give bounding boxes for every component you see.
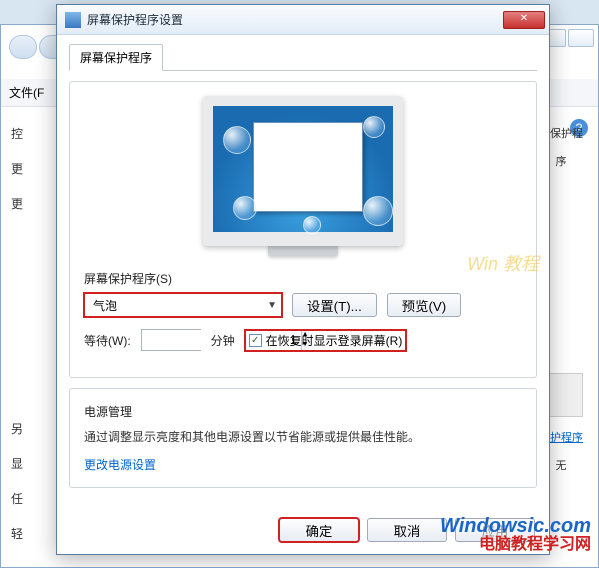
file-menu[interactable]: 文件(F [9,84,44,101]
watermark-site: 电脑教程学习网 [479,530,591,554]
wait-spinbox[interactable]: ▲ ▼ [141,329,201,351]
wait-label: 等待(W): [84,332,131,349]
tab-screensaver[interactable]: 屏幕保护程序 [69,44,163,71]
watermark-text: Win 教程 [467,250,539,276]
chevron-down-icon: ▼ [267,300,277,311]
monitor-stand [268,246,338,256]
power-title: 电源管理 [84,403,522,420]
wait-unit: 分钟 [211,332,235,349]
bubble-icon [363,116,385,138]
bubble-icon [363,196,393,226]
bg-sidebar-lower: 另 显 任 轻 [11,420,23,542]
preview-button[interactable]: 预览(V) [387,293,461,317]
preview-screen [213,106,393,232]
screensaver-settings-dialog: 屏幕保护程序设置 ✕ 屏幕保护程序 [56,4,550,555]
side-item[interactable]: 轻 [11,525,23,542]
side-item[interactable]: 更 [11,160,23,177]
screensaver-combo[interactable]: 气泡 ▼ [84,293,282,317]
right-none: 无 [556,457,567,473]
tab-row: 屏幕保护程序 [69,43,537,71]
cancel-button[interactable]: 取消 [367,518,447,542]
preview-monitor-wrap [84,96,522,256]
dialog-icon [65,12,81,28]
resume-checkbox-wrap[interactable]: ✓ 在恢复时显示登录屏幕(R) [245,330,407,351]
resume-checkbox[interactable]: ✓ [249,334,262,347]
side-item[interactable]: 更 [11,195,23,212]
screensaver-group: 屏幕保护程序(S) 气泡 ▼ 设置(T)... 预览(V) 等待(W): ▲ ▼ [69,81,537,378]
dialog-title: 屏幕保护程序设置 [87,11,503,28]
titlebar[interactable]: 屏幕保护程序设置 ✕ [57,5,549,35]
side-item[interactable]: 另 [11,420,23,437]
screensaver-select-row: 气泡 ▼ 设置(T)... 预览(V) [84,293,522,317]
power-desc: 通过调整显示亮度和其他电源设置以节省能源或提供最佳性能。 [84,428,522,446]
close-button[interactable]: ✕ [503,11,545,29]
nav-back[interactable] [9,35,37,59]
bg-close[interactable] [568,29,594,47]
side-item[interactable]: 显 [11,455,23,472]
bg-sidebar-upper: 控 更 更 [11,125,23,212]
screensaver-label: 屏幕保护程序(S) [84,270,522,287]
right-label: 序 [556,153,567,169]
resume-checkbox-label: 在恢复时显示登录屏幕(R) [266,332,403,349]
bubble-icon [233,196,257,220]
power-group: 电源管理 通过调整显示亮度和其他电源设置以节省能源或提供最佳性能。 更改电源设置 [69,388,537,488]
settings-button[interactable]: 设置(T)... [292,293,377,317]
side-item[interactable]: 任 [11,490,23,507]
ok-button[interactable]: 确定 [279,518,359,542]
preview-monitor [203,96,403,246]
combo-value: 气泡 [93,297,117,314]
wait-row: 等待(W): ▲ ▼ 分钟 ✓ 在恢复时显示登录屏幕(R) [84,329,522,351]
preview-inner-window [253,122,363,212]
bubble-icon [303,216,321,234]
side-item[interactable]: 控 [11,125,23,142]
change-power-link[interactable]: 更改电源设置 [84,458,156,472]
bubble-icon [223,126,251,154]
